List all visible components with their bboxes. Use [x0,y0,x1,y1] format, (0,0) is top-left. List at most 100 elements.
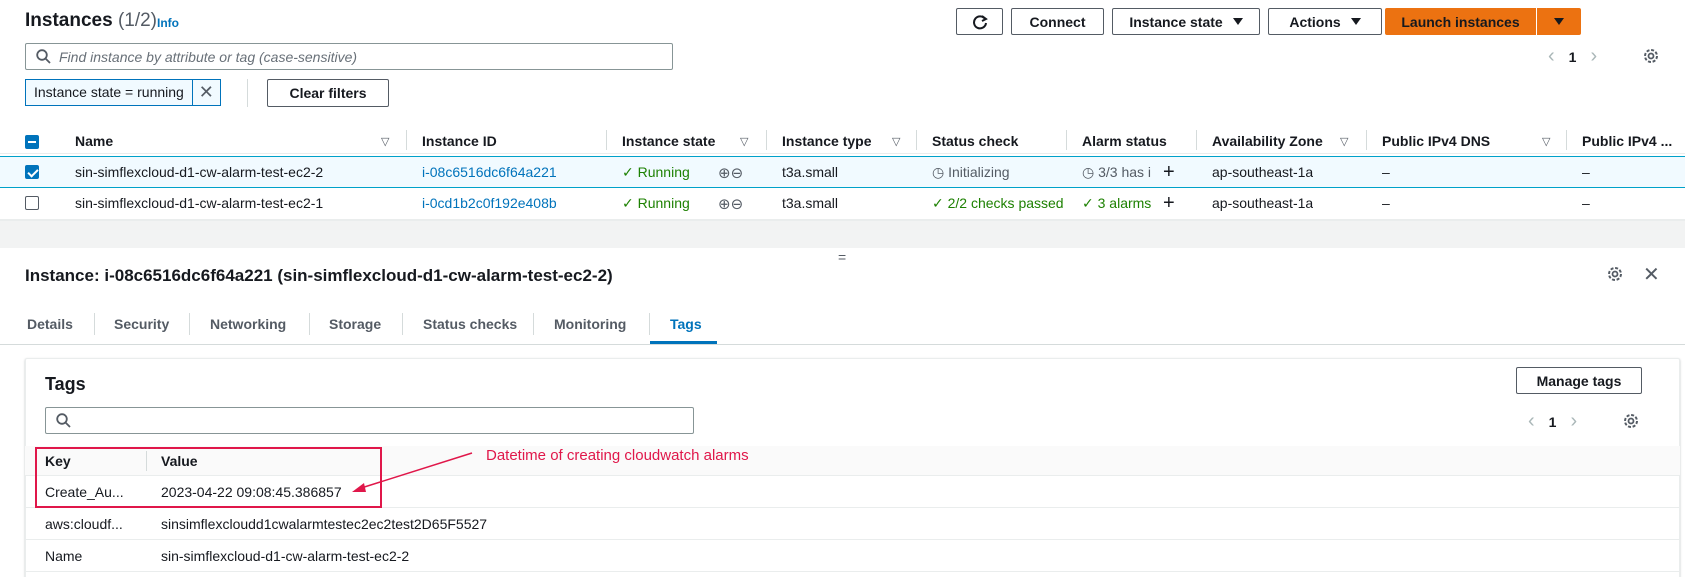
page-number[interactable]: 1 [1569,49,1577,65]
column-header-instance-state[interactable]: Instance state [622,133,715,149]
actions-label: Actions [1289,13,1341,30]
tag-row: aws:cloudf... sinsimflexcloudd1cwalarmte… [25,509,1680,540]
tab-monitoring[interactable]: Monitoring [554,316,626,332]
refresh-button[interactable] [956,8,1003,35]
row-checkbox[interactable] [25,196,39,210]
sort-icon[interactable]: ▽ [381,135,389,148]
instance-state-dropdown[interactable]: Instance state [1112,8,1260,35]
column-divider [406,130,407,150]
state-text: Running [637,164,690,180]
resize-handle-icon[interactable]: = [838,249,846,265]
row-checkbox[interactable] [25,165,39,179]
tab-status-checks[interactable]: Status checks [423,316,517,332]
caret-down-icon [1554,18,1564,25]
annotation-text: Datetime of creating cloudwatch alarms [486,447,749,464]
column-header-instance-type[interactable]: Instance type [782,133,871,149]
sort-icon[interactable]: ▽ [892,135,900,148]
alarm-status-text: 3/3 has i [1098,164,1152,180]
instance-type: t3a.small [782,164,839,180]
manage-tags-button[interactable]: Manage tags [1516,367,1642,394]
chevron-left-icon[interactable]: ‹ [1548,45,1555,68]
clock-icon: ◷ [932,164,945,180]
instance-name: sin-simflexcloud-d1-cw-alarm-test-ec2-2 [75,164,324,180]
column-header-public-ipv4-dns[interactable]: Public IPv4 DNS [1382,133,1490,149]
launch-instances-button[interactable]: Launch instances [1385,8,1536,35]
instance-id-link[interactable]: i-0cd1b2c0f192e408b [422,195,557,211]
close-icon[interactable]: ✕ [193,80,220,105]
page-number[interactable]: 1 [1549,414,1557,430]
column-header-alarm-status[interactable]: Alarm status [1082,133,1167,149]
sort-icon[interactable]: ▽ [1340,135,1348,148]
settings-gear-icon[interactable] [1606,265,1624,286]
tag-value: sin-simflexcloud-d1-cw-alarm-test-ec2-2 [161,548,410,564]
pagination: ‹ 1 › [1548,45,1597,68]
column-header-availability-zone[interactable]: Availability Zone [1212,133,1323,149]
zoom-icons[interactable]: ⊕⊖ [718,195,743,213]
column-divider [1196,130,1197,150]
alarm-status: ✓︎ 3 alarms [1082,195,1162,212]
column-header-instance-id[interactable]: Instance ID [422,133,497,149]
tab-bar: Details Security Networking Storage Stat… [0,302,1685,345]
instance-state-label: Instance state [1129,13,1223,30]
caret-down-icon [1350,18,1361,25]
table-row[interactable]: sin-simflexcloud-d1-cw-alarm-test-ec2-2 … [0,156,1685,188]
column-divider [1066,130,1067,150]
tab-divider [309,313,310,335]
sort-icon[interactable]: ▽ [740,135,748,148]
public-ipv4: – [1582,164,1590,180]
check-circle-icon: ✓︎ [622,195,634,211]
annotation-highlight-box [35,447,382,508]
tab-tags[interactable]: Tags [670,316,702,332]
chevron-left-icon[interactable]: ‹ [1528,410,1535,433]
column-header-public-ipv4[interactable]: Public IPv4 ... [1582,133,1672,149]
add-alarm-icon[interactable]: + [1163,192,1175,215]
instance-name: sin-simflexcloud-d1-cw-alarm-test-ec2-1 [75,195,324,211]
sort-icon[interactable]: ▽ [1542,135,1550,148]
info-link[interactable]: Info [157,16,179,30]
add-alarm-icon[interactable]: + [1163,161,1175,184]
settings-gear-icon[interactable] [1622,412,1640,433]
settings-gear-icon[interactable] [1642,47,1660,68]
chevron-right-icon[interactable]: › [1570,410,1577,433]
actions-dropdown[interactable]: Actions [1268,8,1382,35]
launch-options-button[interactable] [1537,8,1581,35]
clear-filters-button[interactable]: Clear filters [267,79,389,107]
table-row[interactable]: sin-simflexcloud-d1-cw-alarm-test-ec2-1 … [0,188,1685,220]
chevron-right-icon[interactable]: › [1590,45,1597,68]
tag-value: sinsimflexcloudd1cwalarmtestec2ec2test2D… [161,516,488,532]
tab-networking[interactable]: Networking [210,316,286,332]
search-icon [56,413,71,428]
close-icon[interactable]: ✕ [1643,262,1660,287]
public-dns: – [1382,164,1390,180]
search-input[interactable]: Find instance by attribute or tag (case-… [25,43,673,70]
tag-row: Name sin-simflexcloud-d1-cw-alarm-test-e… [25,541,1680,572]
split-panel-divider [0,220,1685,248]
column-header-name[interactable]: Name [75,133,113,149]
tag-key: Name [45,548,83,564]
tab-security[interactable]: Security [114,316,169,332]
tab-details[interactable]: Details [27,316,73,332]
availability-zone: ap-southeast-1a [1212,164,1314,180]
tags-search-input[interactable] [45,407,694,434]
connect-button[interactable]: Connect [1011,8,1104,35]
filter-token[interactable]: Instance state = running ✕ [25,79,221,106]
column-divider [916,130,917,150]
filter-token-label: Instance state = running [26,80,193,105]
table-header: Name ▽ Instance ID Instance state ▽ Inst… [0,127,1685,154]
instance-id-link[interactable]: i-08c6516dc6f64a221 [422,164,557,180]
instance-state: ✓︎ Running [622,164,690,181]
tags-pagination: ‹ 1 › [1528,410,1577,433]
public-dns: – [1382,195,1390,211]
zoom-icons[interactable]: ⊕⊖ [718,164,743,182]
column-header-status-check[interactable]: Status check [932,133,1018,149]
status-check-text: 2/2 checks passed [947,195,1064,211]
availability-zone: ap-southeast-1a [1212,195,1314,211]
tab-divider [402,313,403,335]
instance-state: ✓︎ Running [622,195,690,212]
clock-icon: ◷ [1082,164,1095,180]
check-circle-icon: ✓︎ [622,164,634,180]
status-check-text: Initializing [948,164,1010,180]
tab-storage[interactable]: Storage [329,316,381,332]
caret-down-icon [1232,18,1243,25]
select-all-checkbox[interactable] [25,135,39,149]
